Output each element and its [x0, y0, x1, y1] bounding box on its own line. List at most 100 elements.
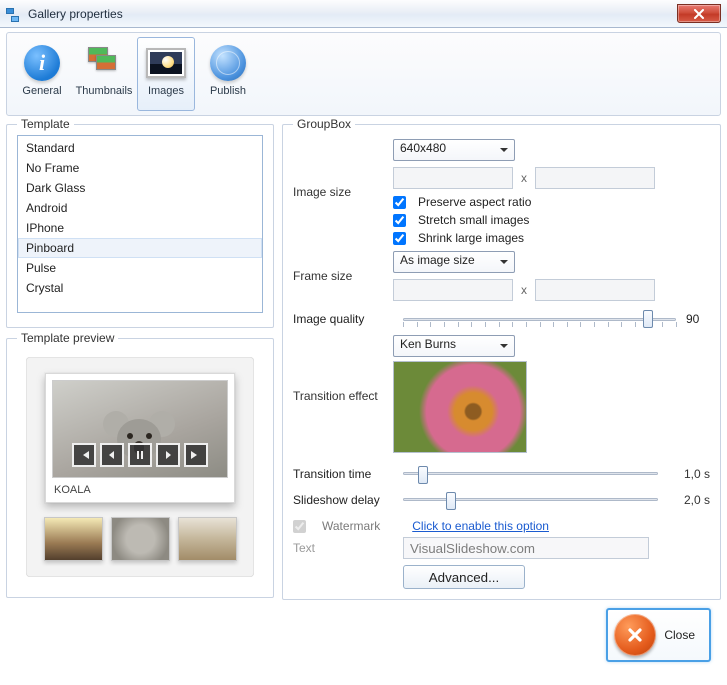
transition-effect-preview: [393, 361, 527, 453]
watermark-text-input: [403, 537, 649, 559]
info-icon: i: [21, 42, 63, 84]
window-close-button[interactable]: [677, 4, 721, 23]
thumbnails-icon: [83, 42, 125, 84]
preview-photo: [52, 380, 228, 478]
template-list[interactable]: StandardNo FrameDark GlassAndroidIPhoneP…: [17, 135, 263, 313]
transition-effect-row: Transition effect Ken Burns: [293, 335, 710, 457]
transition-effect-value: Ken Burns: [400, 337, 456, 351]
tab-thumbnails[interactable]: Thumbnails: [75, 37, 133, 111]
template-item[interactable]: Android: [18, 198, 262, 218]
preserve-aspect-checkbox[interactable]: [393, 196, 406, 209]
first-button[interactable]: [72, 443, 96, 467]
template-item[interactable]: Pulse: [18, 258, 262, 278]
globe-icon: [207, 42, 249, 84]
preview-thumbs: [44, 517, 237, 561]
slideshow-delay-slider[interactable]: [403, 489, 658, 511]
preview-thumb-1[interactable]: [44, 517, 103, 561]
image-quality-row: Image quality 90: [293, 307, 710, 331]
image-quality-thumb[interactable]: [643, 310, 653, 328]
template-preview-canvas: KOALA: [26, 357, 254, 577]
watermark-text-row: Text: [293, 537, 710, 559]
close-icon: [693, 9, 705, 19]
image-quality-label: Image quality: [293, 312, 393, 326]
tab-images[interactable]: Images: [137, 37, 195, 111]
skip-last-icon: [190, 449, 202, 461]
advanced-row: Advanced...: [403, 565, 710, 589]
app-icon: [6, 6, 22, 22]
shrink-large-label: Shrink large images: [418, 231, 524, 245]
frame-size-label: Frame size: [293, 269, 393, 283]
window-title: Gallery properties: [28, 7, 123, 21]
watermark-label: Watermark: [322, 519, 380, 533]
preview-caption: KOALA: [52, 478, 228, 500]
transition-time-value: 1,0 s: [668, 467, 710, 481]
groupbox-legend: GroupBox: [293, 117, 355, 131]
dimension-separator-2: x: [519, 283, 529, 297]
preview-player-controls: [65, 443, 215, 467]
slideshow-delay-label: Slideshow delay: [293, 493, 393, 507]
image-size-row: Image size 640x480 x Preserve asp: [293, 139, 710, 245]
preview-thumb-3[interactable]: [178, 517, 237, 561]
pause-icon: [134, 449, 146, 461]
image-width-input[interactable]: [393, 167, 513, 189]
transition-effect-label: Transition effect: [293, 389, 393, 403]
stretch-small-checkbox[interactable]: [393, 214, 406, 227]
preserve-aspect-label: Preserve aspect ratio: [418, 195, 531, 209]
tabstrip: i General Thumbnails Images Publish: [6, 32, 721, 116]
tab-publish-label: Publish: [210, 85, 246, 97]
preview-thumb-2[interactable]: [111, 517, 170, 561]
template-item[interactable]: IPhone: [18, 218, 262, 238]
frame-height-input[interactable]: [535, 279, 655, 301]
image-size-label: Image size: [293, 185, 393, 199]
template-preview-legend: Template preview: [17, 331, 118, 345]
image-icon: [145, 42, 187, 84]
shrink-large-checkbox[interactable]: [393, 232, 406, 245]
tab-images-label: Images: [148, 85, 184, 97]
template-item[interactable]: Crystal: [18, 278, 262, 298]
watermark-enable-link[interactable]: Click to enable this option: [412, 519, 549, 533]
stretch-small-row[interactable]: Stretch small images: [393, 213, 710, 227]
transition-effect-select[interactable]: Ken Burns: [393, 335, 515, 357]
chevron-right-icon: [162, 449, 174, 461]
watermark-row: Watermark Click to enable this option: [293, 519, 710, 533]
tab-publish[interactable]: Publish: [199, 37, 257, 111]
image-quality-slider[interactable]: [403, 307, 676, 331]
frame-size-select[interactable]: As image size: [393, 251, 515, 273]
slideshow-delay-row: Slideshow delay 2,0 s: [293, 489, 710, 511]
next-button[interactable]: [156, 443, 180, 467]
preview-polaroid: KOALA: [45, 373, 235, 503]
shrink-large-row[interactable]: Shrink large images: [393, 231, 710, 245]
transition-time-slider[interactable]: [403, 463, 658, 485]
slideshow-delay-value: 2,0 s: [668, 493, 710, 507]
advanced-button[interactable]: Advanced...: [403, 565, 525, 589]
close-button-label: Close: [664, 628, 695, 642]
template-item[interactable]: Dark Glass: [18, 178, 262, 198]
titlebar: Gallery properties: [0, 0, 727, 28]
image-height-input[interactable]: [535, 167, 655, 189]
prev-button[interactable]: [100, 443, 124, 467]
image-size-value: 640x480: [400, 141, 446, 155]
slideshow-delay-thumb[interactable]: [446, 492, 456, 510]
template-item[interactable]: No Frame: [18, 158, 262, 178]
watermark-text-label: Text: [293, 541, 393, 555]
transition-time-thumb[interactable]: [418, 466, 428, 484]
image-quality-value: 90: [686, 312, 710, 326]
template-preview-fieldset: Template preview: [6, 338, 274, 598]
template-item[interactable]: Pinboard: [18, 238, 262, 258]
close-button[interactable]: Close: [606, 608, 711, 662]
image-size-select[interactable]: 640x480: [393, 139, 515, 161]
groupbox-fieldset: GroupBox Image size 640x480 x: [282, 124, 721, 600]
frame-size-row: Frame size As image size x: [293, 251, 710, 301]
frame-width-input[interactable]: [393, 279, 513, 301]
transition-time-label: Transition time: [293, 467, 393, 481]
tab-general-label: General: [22, 85, 61, 97]
tab-general[interactable]: i General: [13, 37, 71, 111]
template-item[interactable]: Standard: [18, 138, 262, 158]
tab-thumbnails-label: Thumbnails: [76, 85, 133, 97]
stretch-small-label: Stretch small images: [418, 213, 529, 227]
preserve-aspect-row[interactable]: Preserve aspect ratio: [393, 195, 710, 209]
watermark-checkbox: [293, 520, 306, 533]
pause-button[interactable]: [128, 443, 152, 467]
last-button[interactable]: [184, 443, 208, 467]
dialog-footer: Close: [6, 600, 721, 670]
